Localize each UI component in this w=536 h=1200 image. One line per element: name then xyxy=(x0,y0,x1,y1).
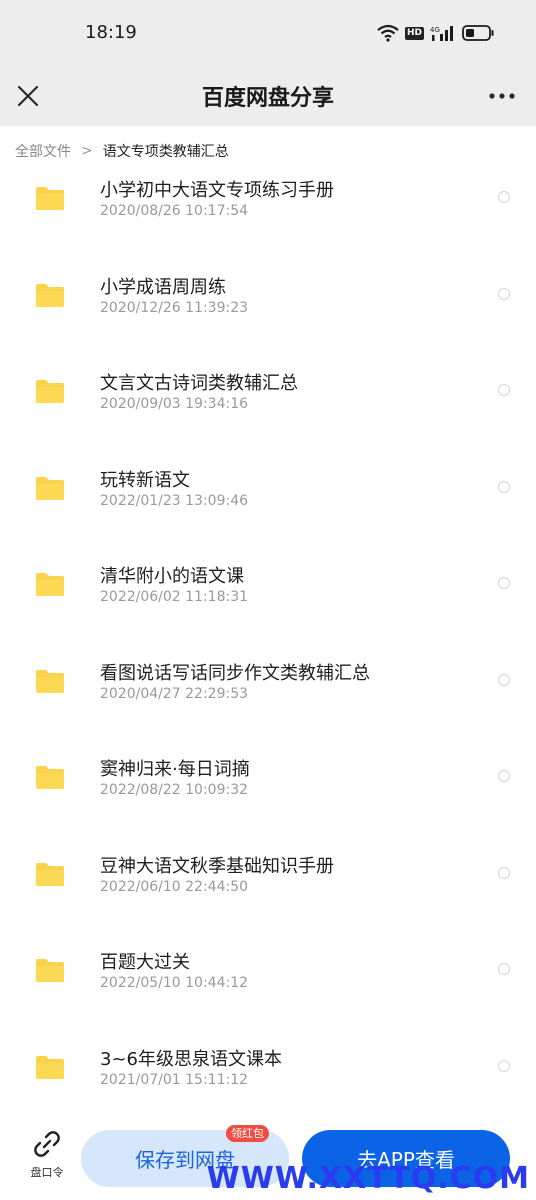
breadcrumb-root[interactable]: 全部文件 xyxy=(15,141,71,161)
file-row[interactable]: 看图说话写话同步作文类教辅汇总 2020/04/27 22:29:53 xyxy=(0,659,536,755)
file-date: 2022/06/10 22:44:50 xyxy=(100,878,249,895)
file-name: 3~6年级思泉语文课本 xyxy=(100,1048,282,1070)
select-radio[interactable] xyxy=(498,287,510,300)
breadcrumb: 全部文件 > 语文专项类教辅汇总 xyxy=(0,126,536,176)
file-date: 2020/09/03 19:34:16 xyxy=(100,396,249,412)
folder-icon xyxy=(36,283,64,307)
status-bar: 18:19 HD 4G xyxy=(0,0,536,66)
select-radio[interactable] xyxy=(498,480,510,493)
file-name: 看图说话写话同步作文类教辅汇总 xyxy=(100,662,370,684)
breadcrumb-separator: > xyxy=(81,143,93,159)
select-radio[interactable] xyxy=(498,770,510,782)
folder-icon xyxy=(36,669,64,693)
battery-icon xyxy=(462,25,494,41)
file-name: 窦神归来·每日词摘 xyxy=(100,759,250,780)
title-bar: 百度网盘分享 xyxy=(0,66,536,126)
file-row[interactable]: 小学成语周周练 2020/12/26 11:39:23 xyxy=(0,273,536,369)
file-name: 百题大过关 xyxy=(100,952,190,973)
file-row[interactable]: 3~6年级思泉语文课本 2021/07/01 15:11:12 xyxy=(0,1045,536,1111)
breadcrumb-current: 语文专项类教辅汇总 xyxy=(102,144,229,160)
folder-icon xyxy=(36,862,64,886)
select-radio[interactable] xyxy=(498,963,510,975)
file-row[interactable]: 清华附小的语文课 2022/06/02 11:18:31 xyxy=(0,562,536,658)
folder-icon xyxy=(36,573,64,596)
file-name: 豆神大语文秋季基础知识手册 xyxy=(100,855,334,877)
page-title: 百度网盘分享 xyxy=(201,86,334,111)
select-radio[interactable] xyxy=(498,866,510,879)
file-row[interactable]: 百题大过关 2022/05/10 10:44:12 xyxy=(0,948,536,1044)
select-radio[interactable] xyxy=(498,577,510,589)
file-date: 2020/08/26 10:17:54 xyxy=(100,203,249,219)
watermark: WWW.XXTTQ.COM xyxy=(206,1161,530,1196)
file-list: 小学初中大语文专项练习手册 2020/08/26 10:17:54 小学成语周周练 2… xyxy=(0,176,536,1110)
folder-icon xyxy=(36,959,64,982)
select-radio[interactable] xyxy=(498,384,510,396)
file-date: 2020/12/26 11:39:23 xyxy=(100,299,249,316)
folder-icon xyxy=(36,766,64,789)
share-code-button[interactable]: 盘口令 xyxy=(22,1130,72,1190)
file-date: 2021/07/01 15:11:12 xyxy=(100,1071,249,1088)
select-radio[interactable] xyxy=(498,1059,510,1072)
folder-icon xyxy=(36,187,64,210)
file-date: 2022/06/02 11:18:31 xyxy=(100,589,249,605)
signal-icon: 4G xyxy=(430,26,453,41)
link-icon xyxy=(34,1131,60,1157)
status-icons: HD 4G xyxy=(377,22,494,44)
file-name: 小学成语周周练 xyxy=(100,276,226,298)
file-row[interactable]: 豆神大语文秋季基础知识手册 2022/06/10 22:44:50 xyxy=(0,852,536,948)
wifi-icon xyxy=(377,24,399,42)
file-date: 2022/08/22 10:09:32 xyxy=(100,782,249,798)
more-dots-icon xyxy=(489,93,515,99)
folder-icon xyxy=(36,380,64,403)
more-options-button[interactable] xyxy=(486,80,518,112)
select-radio[interactable] xyxy=(498,191,510,203)
file-name: 清华附小的语文课 xyxy=(100,566,244,587)
file-row[interactable]: 文言文古诗词类教辅汇总 2020/09/03 19:34:16 xyxy=(0,369,536,465)
hd-badge: HD xyxy=(404,26,424,40)
folder-icon xyxy=(36,1055,64,1079)
share-code-label: 盘口令 xyxy=(30,1166,64,1179)
bottom-action-bar: 盘口令 保存到网盘 领红包 去APP查看 WWW.XXTTQ.COM xyxy=(0,1110,536,1200)
select-radio[interactable] xyxy=(498,673,510,686)
file-row[interactable]: 窦神归来·每日词摘 2022/08/22 10:09:32 xyxy=(0,755,536,851)
network-type-text: 4G xyxy=(430,26,440,34)
file-row[interactable]: 玩转新语文 2022/01/23 13:09:46 xyxy=(0,466,536,562)
folder-icon xyxy=(36,476,64,500)
status-time: 18:19 xyxy=(85,22,137,43)
file-name: 文言文古诗词类教辅汇总 xyxy=(100,373,298,394)
file-name: 玩转新语文 xyxy=(100,469,190,491)
file-date: 2022/01/23 13:09:46 xyxy=(100,492,249,509)
file-name: 小学初中大语文专项练习手册 xyxy=(100,180,334,201)
red-packet-badge: 领红包 xyxy=(226,1125,269,1142)
file-date: 2020/04/27 22:29:53 xyxy=(100,685,249,702)
file-row[interactable]: 小学初中大语文专项练习手册 2020/08/26 10:17:54 xyxy=(0,176,536,272)
file-date: 2022/05/10 10:44:12 xyxy=(100,975,249,991)
